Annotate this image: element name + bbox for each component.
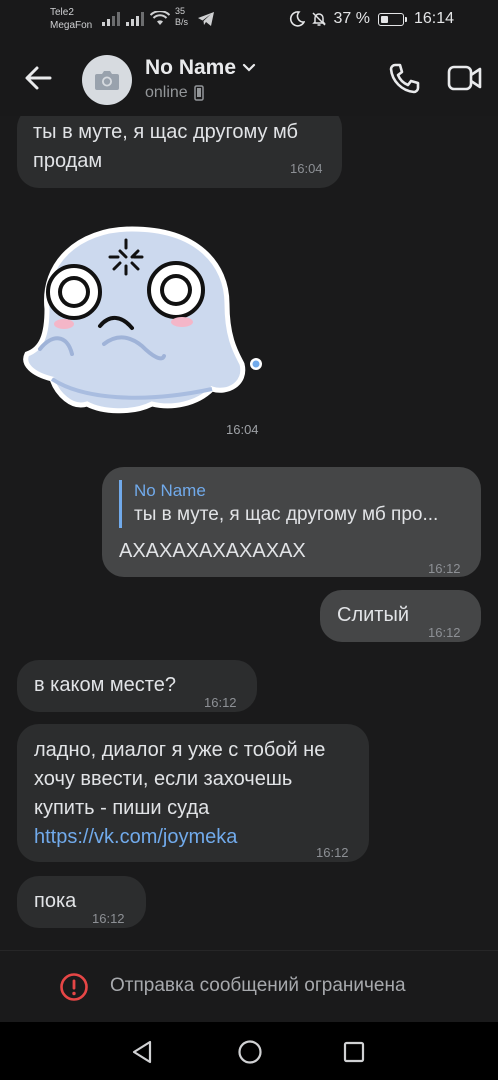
reply-author: No Name — [134, 481, 206, 500]
camera-icon — [95, 71, 119, 90]
carrier-2: MegaFon — [50, 20, 93, 31]
reply-text: ты в муте, я щас другому мб про... — [134, 504, 439, 525]
status-right: 37 % 16:14 — [289, 10, 454, 28]
muted-bell-icon — [312, 12, 327, 26]
message-incoming[interactable]: в каком месте? 16:12 — [17, 660, 257, 712]
nav-back-icon[interactable] — [131, 1040, 153, 1064]
contact-name[interactable]: No Name — [145, 56, 236, 80]
message-time: 16:12 — [204, 695, 237, 710]
signal-icon — [126, 12, 144, 26]
message-incoming[interactable]: ладно, диалог я уже с тобой не хочу ввес… — [17, 724, 369, 862]
battery-icon — [377, 12, 407, 26]
system-navigation-bar — [0, 1022, 498, 1080]
message-text: в каком месте? — [34, 674, 176, 696]
message-text-line: ты в муте, я щас другому мб — [33, 121, 298, 143]
back-arrow-icon[interactable] — [22, 62, 54, 94]
online-status: online — [145, 84, 204, 102]
video-call-icon[interactable] — [447, 64, 483, 92]
moon-icon — [290, 11, 306, 27]
message-time: 16:12 — [428, 625, 461, 640]
message-incoming[interactable]: пока 16:12 — [17, 876, 146, 928]
battery-percent: 37 % — [333, 10, 370, 27]
message-text: пока — [34, 890, 77, 912]
telegram-icon — [198, 12, 214, 26]
carrier-info: Tele2 MegaFon — [50, 6, 92, 32]
status-bar: Tele2 MegaFon 35 B/s 37 % 16:14 — [0, 0, 498, 42]
message-time: 16:12 — [428, 561, 461, 576]
message-link[interactable]: https://vk.com/joymeka — [34, 823, 325, 852]
status-text: online — [145, 84, 188, 101]
phone-call-icon[interactable] — [387, 62, 421, 96]
speed-value: 35 — [175, 6, 186, 16]
message-text: ладно, диалог я уже с тобой не хочу ввес… — [34, 736, 325, 852]
chat-header: No Name online — [0, 42, 498, 116]
message-text: ты в муте, я щас другому мб продам — [33, 118, 298, 176]
message-text: Слитый — [337, 604, 409, 626]
message-outgoing[interactable]: No Name ты в муте, я щас другому мб про.… — [102, 467, 481, 577]
nav-home-icon[interactable] — [237, 1039, 263, 1065]
message-time: 16:04 — [226, 422, 259, 437]
message-time: 16:12 — [316, 845, 349, 860]
message-outgoing[interactable]: Слитый 16:12 — [320, 590, 481, 642]
speed-unit: B/s — [175, 17, 189, 27]
clock: 16:14 — [413, 10, 454, 27]
mobile-device-icon — [193, 85, 204, 101]
reply-quote[interactable]: No Name ты в муте, я щас другому мб про.… — [119, 480, 459, 528]
alert-circle-icon — [60, 973, 88, 1001]
message-text-line: хочу ввести, если захочешь — [34, 768, 293, 790]
avatar[interactable] — [82, 55, 132, 105]
message-time: 16:12 — [92, 911, 125, 926]
chat-title[interactable]: No Name — [145, 56, 256, 80]
chevron-down-icon[interactable] — [242, 63, 256, 73]
message-text-line: купить - пиши суда — [34, 797, 210, 819]
nav-recent-apps-icon[interactable] — [343, 1041, 365, 1063]
carrier-1: Tele2 — [50, 7, 74, 18]
message-list[interactable]: ты в муте, я щас другому мб продам 16:04… — [0, 116, 498, 950]
restriction-banner: Отправка сообщений ограничена — [0, 950, 498, 1022]
network-speed: 35 B/s — [175, 6, 188, 28]
message-incoming[interactable]: ты в муте, я щас другому мб продам 16:04 — [17, 116, 342, 188]
message-text-line: продам — [33, 150, 103, 172]
ghost-sticker[interactable] — [22, 224, 270, 414]
message-text-line: ладно, диалог я уже с тобой не — [34, 739, 326, 761]
signal-icon — [102, 12, 120, 26]
restriction-text: Отправка сообщений ограничена — [110, 975, 406, 996]
message-time: 16:04 — [290, 161, 323, 176]
battery-level — [380, 15, 388, 23]
message-text: АХАХАХАХАХАХАХ — [119, 540, 306, 562]
wifi-icon — [150, 11, 170, 25]
